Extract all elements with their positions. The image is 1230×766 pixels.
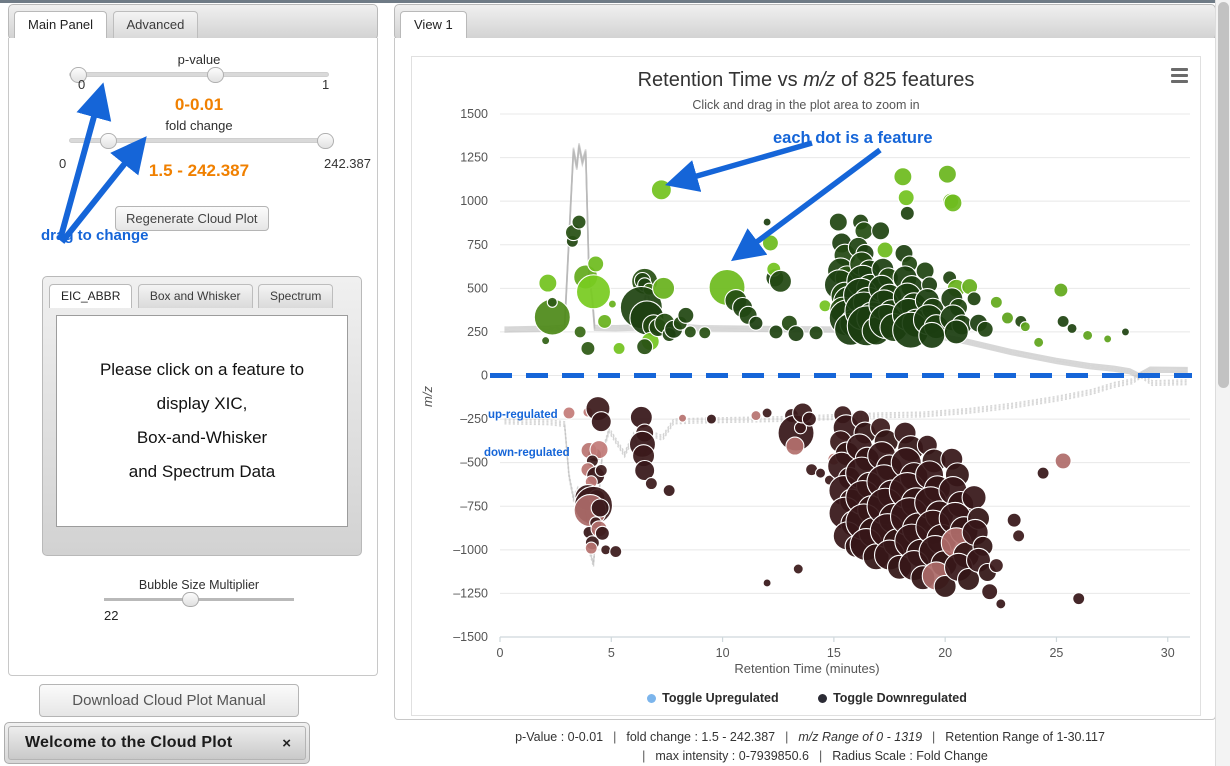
foldchange-min-label: 0	[59, 156, 67, 171]
foldchange-max-label: 242.387	[324, 156, 371, 171]
chart-legend: Toggle Upregulated Toggle Downregulated	[412, 691, 1202, 705]
status-mz-range: m/z Range of 0 - 1319	[798, 730, 923, 744]
pvalue-slider-track[interactable]	[69, 67, 329, 83]
foldchange-slider-track[interactable]	[69, 133, 334, 149]
plot-area[interactable]: 1500 1250 1000 750 500 250 0 –250 –500 –750 –1000–…	[412, 57, 1202, 717]
close-icon[interactable]: ×	[282, 735, 291, 752]
svg-text:–750: –750	[460, 499, 488, 513]
page-scrollbar[interactable]	[1215, 0, 1230, 766]
welcome-title: Welcome to the Cloud Plot	[25, 734, 233, 751]
svg-text:–1500: –1500	[453, 630, 488, 644]
bubble-size-handle[interactable]	[182, 592, 199, 607]
welcome-bar-inner[interactable]: Welcome to the Cloud Plot ×	[8, 726, 306, 760]
placeholder-line-3: Box-and-Whisker	[136, 428, 268, 447]
status-sep-2: |	[785, 730, 789, 744]
svg-text:20: 20	[938, 646, 952, 660]
download-cloud-plot-manual-button[interactable]: Download Cloud Plot Manual	[39, 684, 299, 717]
cloud-plot-card: Retention Time vs m/z of 825 features Cl…	[411, 56, 1201, 716]
pvalue-slider-group: p-value 0 1 0-0.01	[69, 52, 329, 115]
bubble-size-label: Bubble Size Multiplier	[138, 578, 260, 592]
svg-text:10: 10	[716, 646, 730, 660]
svg-text:5: 5	[608, 646, 615, 660]
status-max-intensity: max intensity : 0-7939850.6	[655, 749, 809, 763]
pvalue-label: p-value	[177, 52, 221, 67]
foldchange-handle-min[interactable]	[100, 133, 117, 149]
placeholder-line-2: display XIC,	[156, 394, 248, 413]
foldchange-slider-group: fold change 0 242.387 1.5 - 242.387	[59, 118, 371, 181]
svg-text:–1000: –1000	[453, 543, 488, 557]
status-sep-1: |	[613, 730, 617, 744]
x-axis-label: Retention Time (minutes)	[734, 661, 880, 676]
down-regulated-annotation: down-regulated	[484, 447, 570, 459]
tab-main-panel[interactable]: Main Panel	[14, 11, 108, 38]
y-axis-label: m/z	[420, 386, 435, 407]
status-sep-4: |	[642, 749, 646, 763]
svg-text:30: 30	[1161, 646, 1175, 660]
status-pvalue: p-Value : 0-0.01	[515, 730, 604, 744]
right-tab-strip: View 1	[394, 4, 1216, 40]
tab-advanced[interactable]: Advanced	[112, 11, 199, 38]
svg-text:0: 0	[481, 369, 488, 383]
foldchange-value: 1.5 - 242.387	[148, 161, 250, 180]
bubble-size-slider-track[interactable]	[104, 592, 294, 607]
page-scrollbar-thumb[interactable]	[1218, 2, 1229, 388]
pvalue-max-label: 1	[322, 77, 330, 92]
pvalue-handle-max[interactable]	[207, 67, 224, 83]
status-radius-scale: Radius Scale : Fold Change	[832, 749, 988, 763]
svg-text:500: 500	[467, 281, 488, 295]
svg-text:25: 25	[1049, 646, 1063, 660]
feature-detail-tab-strip: EIC_ABBR Box and Whisker Spectrum Please…	[42, 276, 362, 556]
status-retention-range: Retention Range of 1-30.117	[945, 730, 1105, 744]
foldchange-label: fold change	[165, 118, 233, 133]
tab-box-and-whisker[interactable]: Box and Whisker	[137, 284, 253, 308]
legend-downregulated-dot	[818, 694, 828, 704]
placeholder-line-1: Please click on a feature to	[99, 360, 305, 379]
svg-text:0: 0	[497, 646, 504, 660]
status-line-2: | max intensity : 0-7939850.6 | Radius Scal…	[400, 747, 1220, 766]
svg-text:–250: –250	[460, 412, 488, 426]
status-sep-5: |	[818, 749, 823, 763]
legend-upregulated-dot	[647, 694, 657, 704]
welcome-bar: Welcome to the Cloud Plot ×	[4, 722, 310, 764]
status-sep-3: |	[932, 730, 936, 744]
bubble-size-multiplier-group: Bubble Size Multiplier 22	[104, 578, 294, 623]
svg-text:750: 750	[467, 238, 488, 252]
feature-placeholder-box: Please click on a feature to display XIC…	[56, 315, 348, 527]
tab-view-1[interactable]: View 1	[400, 11, 467, 38]
status-bar: p-Value : 0-0.01 | fold change : 1.5 - 242…	[400, 728, 1220, 766]
window-top-bar	[0, 0, 1216, 3]
legend-toggle-upregulated[interactable]: Toggle Upregulated	[647, 691, 779, 705]
legend-upregulated-label: Toggle Upregulated	[662, 691, 779, 705]
drag-to-change-annotation: drag to change	[41, 227, 149, 244]
placeholder-line-4: and Spectrum Data	[128, 462, 276, 481]
foldchange-handle-max[interactable]	[317, 133, 334, 149]
left-tab-strip: Main Panel Advanced	[8, 4, 378, 40]
status-line-1: p-Value : 0-0.01 | fold change : 1.5 - 242…	[400, 728, 1220, 747]
legend-toggle-downregulated[interactable]: Toggle Downregulated	[818, 691, 967, 705]
pvalue-min-label: 0	[78, 77, 86, 92]
main-panel-body: p-value 0 1 0-0.01 fold change 0 242.387…	[8, 38, 378, 676]
plot-svg: 1500125010007505002500–250–500–750–1000–…	[453, 107, 1192, 660]
tab-spectrum[interactable]: Spectrum	[257, 284, 334, 308]
svg-text:1500: 1500	[460, 107, 488, 121]
up-regulated-annotation: up-regulated	[488, 409, 558, 421]
svg-text:1000: 1000	[460, 194, 488, 208]
view-panel-body: Retention Time vs m/z of 825 features Cl…	[394, 38, 1216, 720]
svg-text:250: 250	[467, 325, 488, 339]
tab-eic-abbr[interactable]: EIC_ABBR	[49, 284, 133, 308]
svg-text:1250: 1250	[460, 151, 488, 165]
svg-text:15: 15	[827, 646, 841, 660]
pvalue-value: 0-0.01	[174, 95, 224, 114]
legend-downregulated-label: Toggle Downregulated	[833, 691, 967, 705]
svg-text:–1250: –1250	[453, 586, 488, 600]
bubble-size-value: 22	[104, 608, 119, 623]
status-foldchange: fold change : 1.5 - 242.387	[626, 730, 776, 744]
